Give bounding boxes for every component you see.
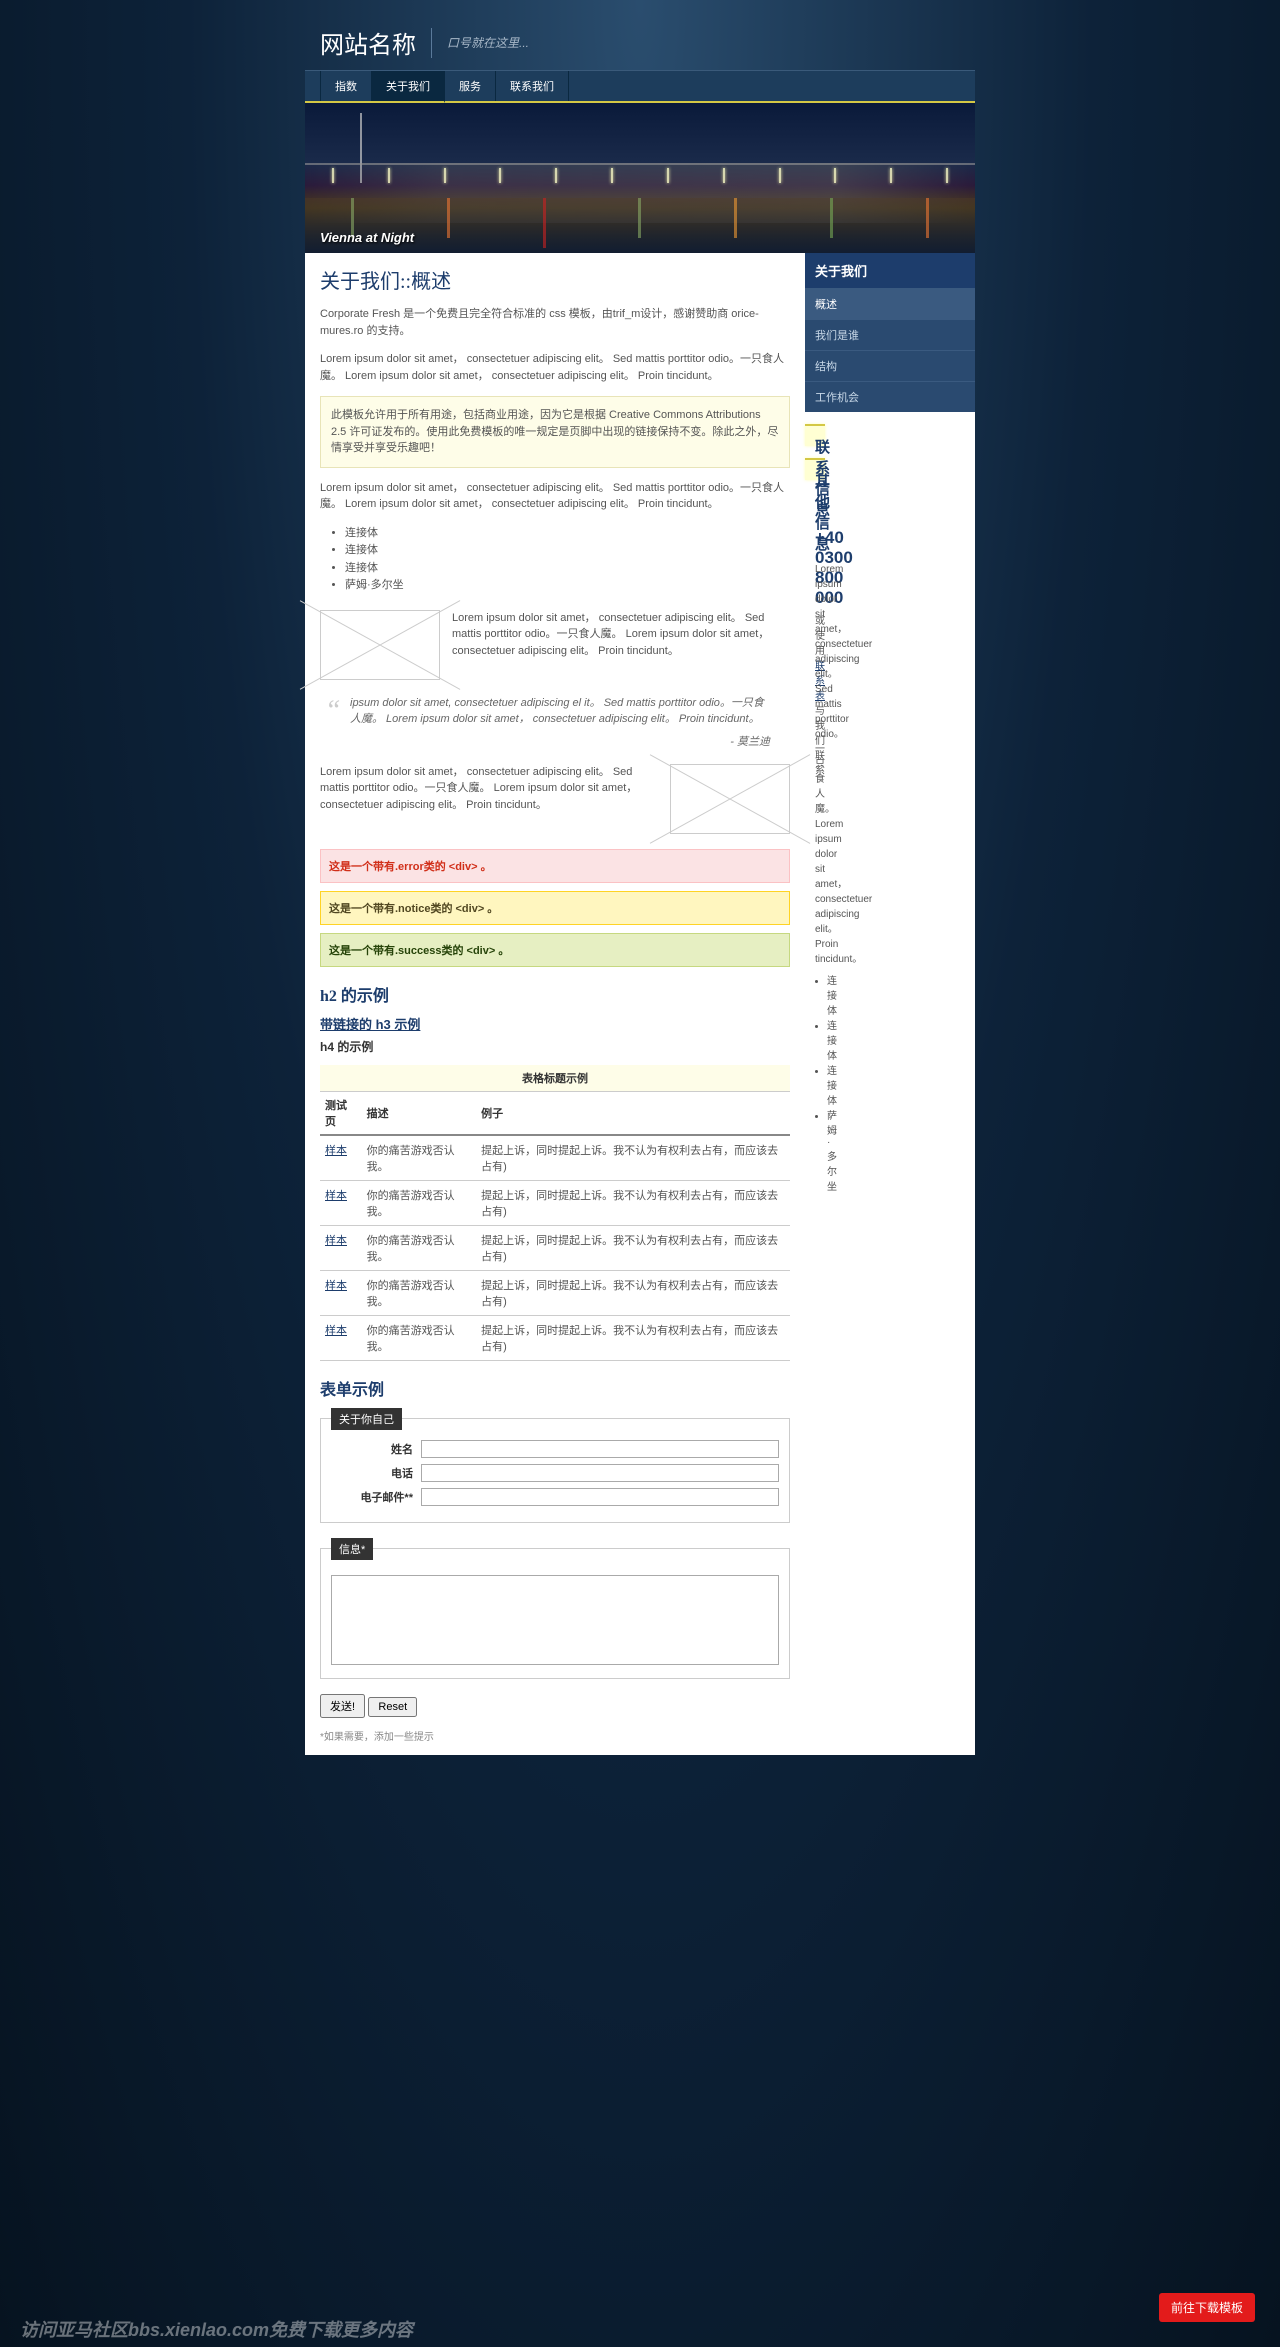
- placeholder-image: [670, 764, 790, 834]
- form-title: 表单示例: [320, 1376, 790, 1400]
- sidebar-item-structure[interactable]: 结构: [805, 351, 975, 381]
- header-divider: [431, 28, 432, 58]
- feature-list: 连接体 连接体 连接体 萨姆·多尔坐: [345, 525, 790, 595]
- sample-table: 表格标题示例 测试页 描述 例子 样本你的痛苦游戏否认我。提起上诉，同时提起上诉…: [320, 1065, 790, 1361]
- sample-link[interactable]: 样本: [325, 1280, 347, 1292]
- table-example: 提起上诉，同时提起上诉。我不认为有权利去占有，而应该去占有): [476, 1135, 790, 1181]
- list-item: 萨姆·多尔坐: [345, 577, 790, 595]
- img-text: Lorem ipsum dolor sit amet， consectetuer…: [320, 764, 658, 834]
- submit-button[interactable]: 发送!: [320, 1694, 365, 1718]
- th-col3: 例子: [476, 1092, 790, 1135]
- h3-link[interactable]: 带链接的 h3 示例: [320, 1017, 420, 1032]
- input-name[interactable]: [421, 1440, 779, 1458]
- banner-image: Vienna at Night: [305, 103, 975, 253]
- table-example: 提起上诉，同时提起上诉。我不认为有权利去占有，而应该去占有): [476, 1315, 790, 1360]
- img-text: Lorem ipsum dolor sit amet， consectetuer…: [452, 610, 790, 680]
- reset-button[interactable]: Reset: [368, 1697, 417, 1717]
- sidebar-item-overview[interactable]: 概述: [805, 289, 975, 319]
- list-item: 连接体: [345, 525, 790, 543]
- h2-example: h2 的示例: [320, 982, 790, 1006]
- input-email[interactable]: [421, 1488, 779, 1506]
- label-email: 电子邮件**: [331, 1489, 421, 1505]
- list-item: 连接体: [345, 542, 790, 560]
- sample-link[interactable]: 样本: [325, 1190, 347, 1202]
- nav-index[interactable]: 指数: [320, 71, 372, 101]
- contact-box: 联系信息 +40 0300 800 000 或使用联系表与我们联系: [805, 424, 825, 446]
- textarea-message[interactable]: [331, 1575, 779, 1665]
- site-name[interactable]: 网站名称: [320, 25, 416, 60]
- page-title: 关于我们::概述: [320, 265, 790, 294]
- sidebar-item-who[interactable]: 我们是谁: [805, 320, 975, 350]
- table-example: 提起上诉，同时提起上诉。我不认为有权利去占有，而应该去占有): [476, 1225, 790, 1270]
- h4-example: h4 的示例: [320, 1038, 790, 1055]
- table-desc: 你的痛苦游戏否认我。: [362, 1225, 476, 1270]
- table-example: 提起上诉，同时提起上诉。我不认为有权利去占有，而应该去占有): [476, 1180, 790, 1225]
- lorem-1: Lorem ipsum dolor sit amet， consectetuer…: [320, 351, 790, 384]
- fieldset-message: 信息*: [320, 1538, 790, 1679]
- main-nav: 指数 关于我们 服务 联系我们: [305, 70, 975, 103]
- intro-text: Corporate Fresh 是一个免费且完全符合标准的 css 模板，由tr…: [320, 306, 790, 339]
- placeholder-image: [320, 610, 440, 680]
- sidebar-item-jobs[interactable]: 工作机会: [805, 382, 975, 412]
- legend-about: 关于你自己: [331, 1408, 402, 1430]
- slogan: 口号就在这里...: [447, 34, 529, 51]
- table-row: 样本 你的痛苦游戏否认我。提起上诉，同时提起上诉。我不认为有权利去占有，而应该去占…: [320, 1180, 790, 1225]
- table-row: 样本 你的痛苦游戏否认我。提起上诉，同时提起上诉。我不认为有权利去占有，而应该去占…: [320, 1135, 790, 1181]
- form-note: *如果需要，添加一些提示: [320, 1728, 790, 1743]
- table-desc: 你的痛苦游戏否认我。: [362, 1270, 476, 1315]
- table-row: 样本 你的痛苦游戏否认我。提起上诉，同时提起上诉。我不认为有权利去占有，而应该去占…: [320, 1270, 790, 1315]
- table-example: 提起上诉，同时提起上诉。我不认为有权利去占有，而应该去占有): [476, 1270, 790, 1315]
- th-col1: 测试页: [320, 1092, 362, 1135]
- nav-services[interactable]: 服务: [445, 71, 496, 101]
- sidebar-nav-title: 关于我们: [805, 253, 975, 288]
- table-row: 样本 你的痛苦游戏否认我。提起上诉，同时提起上诉。我不认为有权利去占有，而应该去占…: [320, 1225, 790, 1270]
- banner-caption: Vienna at Night: [320, 230, 414, 245]
- alert-error: 这是一个带有.error类的 <div> 。: [320, 849, 790, 883]
- sample-link[interactable]: 样本: [325, 1235, 347, 1247]
- nav-contact[interactable]: 联系我们: [496, 71, 569, 101]
- table-caption: 表格标题示例: [320, 1065, 790, 1092]
- sample-link[interactable]: 样本: [325, 1325, 347, 1337]
- alert-notice: 这是一个带有.notice类的 <div> 。: [320, 891, 790, 925]
- license-box: 此模板允许用于所有用途，包括商业用途，因为它是根据 Creative Commo…: [320, 396, 790, 468]
- watermark: 访问亚马社区bbs.xienlao.com免费下载更多内容: [20, 2316, 413, 2342]
- nav-about[interactable]: 关于我们: [372, 71, 445, 103]
- main-content: 关于我们::概述 Corporate Fresh 是一个免费且完全符合标准的 c…: [305, 253, 805, 1755]
- sample-link[interactable]: 样本: [325, 1145, 347, 1157]
- blockquote: ipsum dolor sit amet, consectetuer adipi…: [340, 695, 770, 728]
- download-cta-button[interactable]: 前往下载模板: [1159, 2293, 1255, 2322]
- alert-success: 这是一个带有.success类的 <div> 。: [320, 933, 790, 967]
- label-name: 姓名: [331, 1441, 421, 1457]
- sidebar: 关于我们 概述 我们是谁 结构 工作机会 联系信息 +40 0300 800 0…: [805, 253, 975, 1755]
- header: 网站名称 口号就在这里...: [305, 15, 975, 70]
- table-desc: 你的痛苦游戏否认我。: [362, 1180, 476, 1225]
- label-phone: 电话: [331, 1465, 421, 1481]
- legend-message: 信息*: [331, 1538, 373, 1560]
- input-phone[interactable]: [421, 1464, 779, 1482]
- th-col2: 描述: [362, 1092, 476, 1135]
- fieldset-about: 关于你自己 姓名 电话 电子邮件**: [320, 1408, 790, 1523]
- table-desc: 你的痛苦游戏否认我。: [362, 1135, 476, 1181]
- table-row: 样本 你的痛苦游戏否认我。提起上诉，同时提起上诉。我不认为有权利去占有，而应该去占…: [320, 1315, 790, 1360]
- quote-author: - 莫兰迪: [320, 733, 770, 749]
- table-desc: 你的痛苦游戏否认我。: [362, 1315, 476, 1360]
- contact-link[interactable]: 联系表: [815, 661, 825, 702]
- list-item: 连接体: [345, 560, 790, 578]
- lorem-2: Lorem ipsum dolor sit amet， consectetuer…: [320, 480, 790, 513]
